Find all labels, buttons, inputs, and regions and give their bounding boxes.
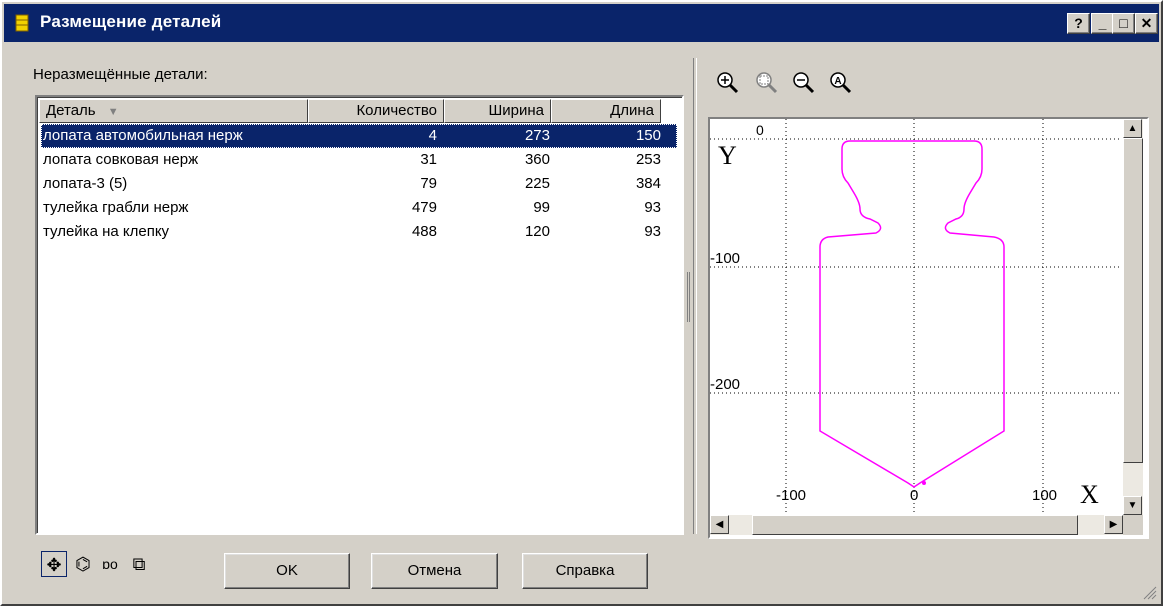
part-length: 93 [644, 223, 661, 240]
table-row[interactable]: лопата автомобильная нерж 4 273 150 [41, 124, 677, 148]
table-row[interactable]: тулейка на клепку 488 120 93 [41, 220, 677, 244]
part-length: 93 [644, 199, 661, 216]
minimize-button[interactable]: _ [1091, 13, 1114, 34]
part-name: лопата автомобильная нерж [43, 127, 243, 144]
unplaced-parts-label: Неразмещённые детали: [33, 66, 208, 83]
part-preview[interactable]: 0 -100 -200 -100 0 100 Y X ▲ ▼ ◀ ▶ [708, 117, 1149, 539]
part-name: тулейка на клепку [43, 223, 170, 240]
column-header-width[interactable]: Ширина [444, 99, 551, 123]
vertical-scrollbar[interactable]: ▲ ▼ [1123, 119, 1143, 515]
part-width: 225 [524, 175, 550, 192]
scroll-right-button[interactable]: ▶ [1104, 515, 1123, 534]
zoom-out-icon[interactable] [791, 70, 815, 94]
x-axis-label: X [1080, 480, 1099, 509]
splitter-grip[interactable] [687, 272, 690, 322]
part-quantity: 4 [428, 127, 437, 144]
part-name: лопата-3 (5) [43, 175, 128, 192]
cancel-button[interactable]: Отмена [371, 553, 498, 589]
column-header-part-label: Деталь [46, 102, 96, 119]
part-quantity: 31 [420, 151, 437, 168]
scroll-corner [1123, 515, 1143, 535]
array-icon[interactable]: ⧉ [126, 551, 152, 577]
part-name: лопата совковая нерж [43, 151, 199, 168]
preview-canvas: 0 -100 -200 -100 0 100 Y X [710, 119, 1120, 515]
maximize-button[interactable]: □ [1112, 13, 1135, 34]
window-title: Размещение деталей [40, 12, 222, 31]
column-header-part[interactable]: Деталь ▼ [39, 99, 308, 123]
part-name: тулейка грабли нерж [43, 199, 189, 216]
x-tick-label: 100 [1032, 487, 1057, 504]
app-icon [15, 14, 29, 32]
table-row[interactable]: лопата совковая нерж 31 360 253 [41, 148, 677, 172]
x-tick-label: -100 [776, 487, 806, 504]
part-quantity: 488 [411, 223, 437, 240]
zoom-in-icon[interactable] [715, 70, 739, 94]
help-title-button[interactable]: ? [1067, 13, 1090, 34]
help-button[interactable]: Справка [522, 553, 648, 589]
svg-text:A: A [834, 76, 841, 87]
panel-divider [693, 58, 697, 534]
title-bar[interactable]: Размещение деталей ? _ □ ✕ [4, 4, 1159, 42]
table-row[interactable]: лопата-3 (5) 79 225 384 [41, 172, 677, 196]
y-tick-label: 0 [756, 122, 764, 138]
scroll-left-button[interactable]: ◀ [710, 515, 729, 534]
parts-list[interactable]: Деталь ▼ Количество Ширина Длина лопата … [35, 95, 684, 535]
horizontal-scrollbar[interactable]: ◀ ▶ [710, 515, 1123, 535]
table-row[interactable]: тулейка грабли нерж 479 99 93 [41, 196, 677, 220]
part-length: 150 [635, 127, 661, 144]
zoom-window-icon[interactable] [754, 70, 778, 94]
scroll-down-button[interactable]: ▼ [1123, 496, 1142, 515]
part-width: 99 [533, 199, 550, 216]
part-width: 120 [524, 223, 550, 240]
part-quantity: 79 [420, 175, 437, 192]
part-width: 273 [524, 127, 550, 144]
placement-dialog: Размещение деталей ? _ □ ✕ Неразмещённые… [0, 0, 1163, 606]
part-length: 384 [635, 175, 661, 192]
start-point-marker [922, 481, 926, 485]
horizontal-scroll-thumb[interactable] [752, 515, 1078, 535]
close-button[interactable]: ✕ [1135, 13, 1158, 34]
column-header-quantity[interactable]: Количество [308, 99, 444, 123]
vertical-scroll-thumb[interactable] [1123, 138, 1143, 463]
scroll-up-button[interactable]: ▲ [1123, 119, 1142, 138]
rotate-icon[interactable]: ⌬ [70, 551, 96, 577]
column-header-length[interactable]: Длина [551, 99, 661, 123]
sort-arrow-icon: ▼ [107, 106, 119, 118]
part-width: 360 [524, 151, 550, 168]
mirror-icon[interactable]: ɒo [97, 551, 123, 577]
part-quantity: 479 [411, 199, 437, 216]
part-outline [819, 140, 1005, 488]
resize-grip-icon[interactable] [1143, 586, 1157, 600]
y-tick-label: -100 [710, 250, 740, 267]
move-icon[interactable]: ✥ [41, 551, 67, 577]
zoom-all-icon[interactable]: A [828, 70, 852, 94]
y-tick-label: -200 [710, 376, 740, 393]
x-tick-label: 0 [910, 487, 918, 504]
y-axis-label: Y [718, 141, 737, 170]
part-length: 253 [635, 151, 661, 168]
ok-button[interactable]: OK [224, 553, 350, 589]
